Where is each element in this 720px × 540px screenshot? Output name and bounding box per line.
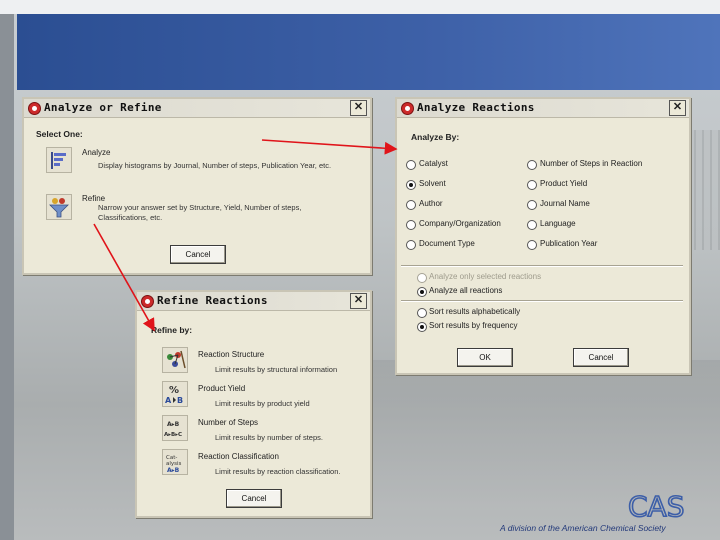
cas-logo-text: CAS: [628, 490, 684, 520]
annotation-arrows: [93, 139, 398, 332]
cas-logo: CAS: [627, 490, 685, 520]
arrow-to-analyze-dialog: [261, 139, 398, 155]
arrow-to-refine-dialog: [93, 223, 155, 332]
footer-text: A division of the American Chemical Soci…: [500, 523, 666, 533]
